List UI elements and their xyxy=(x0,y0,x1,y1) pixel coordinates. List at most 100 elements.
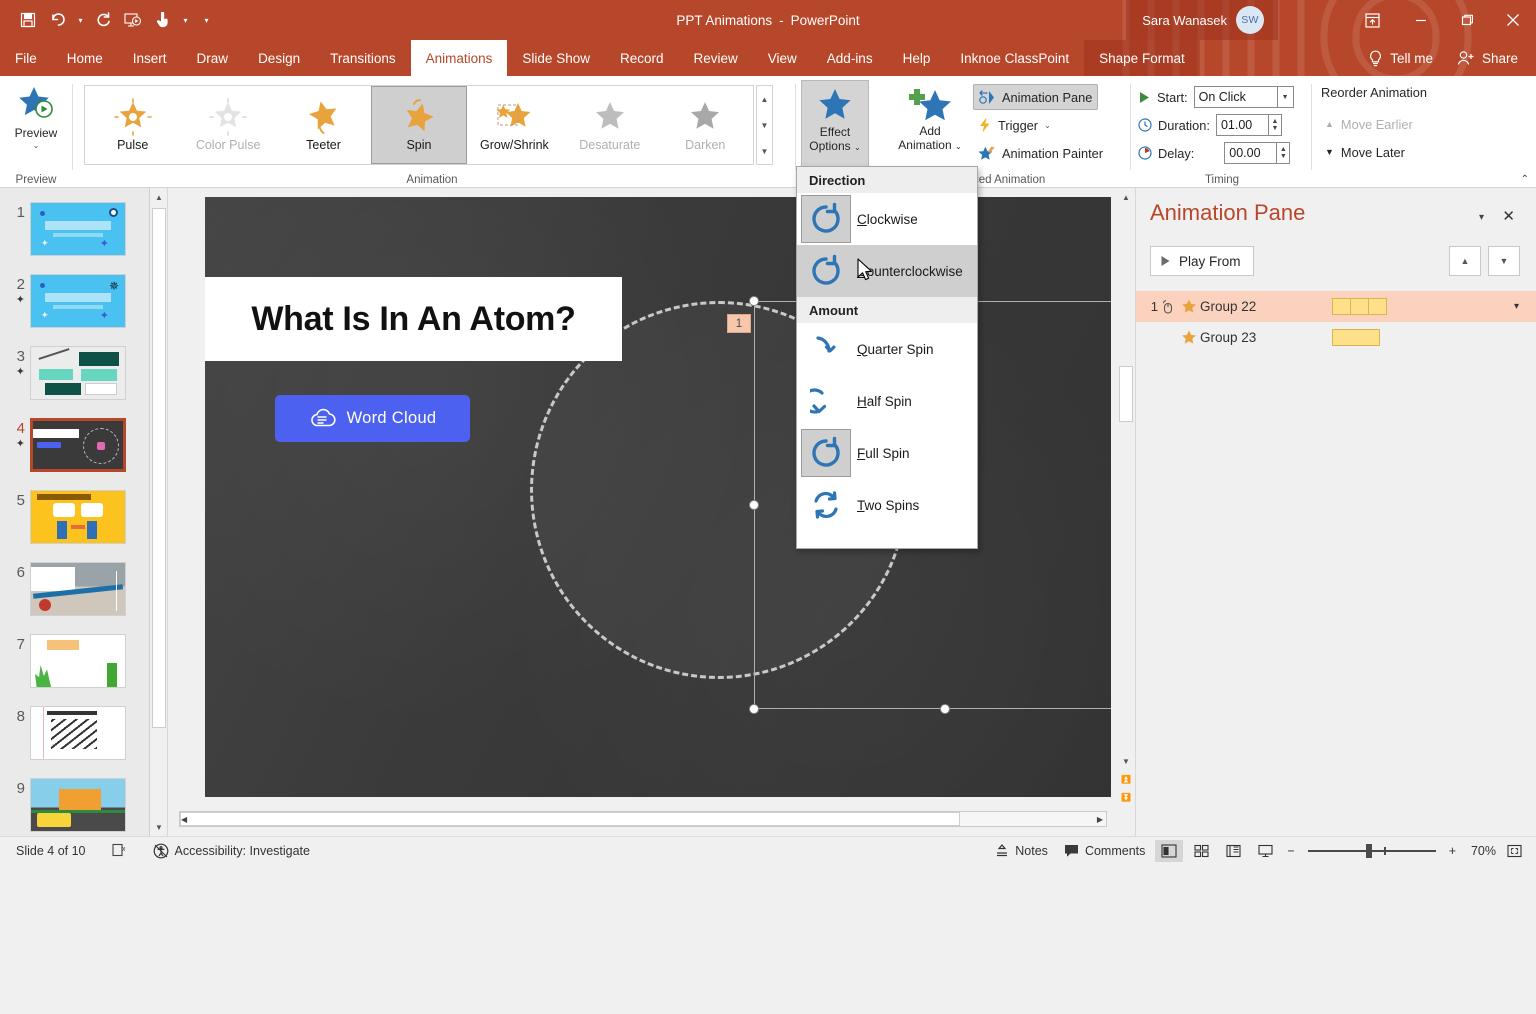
add-animation-button[interactable]: Add Animation ⌄ xyxy=(891,80,969,168)
animation-painter-button[interactable]: Animation Painter xyxy=(973,140,1108,166)
tab-file[interactable]: File xyxy=(0,40,52,76)
tab-record[interactable]: Record xyxy=(605,40,679,76)
save-icon[interactable] xyxy=(14,6,42,34)
tab-draw[interactable]: Draw xyxy=(182,40,244,76)
undo-icon[interactable] xyxy=(44,6,72,34)
animation-grow-shrink[interactable]: Grow/Shrink xyxy=(467,86,562,164)
scroll-down-icon[interactable]: ▼ xyxy=(150,818,168,836)
preview-dropdown-icon[interactable]: ⌄ xyxy=(33,141,40,150)
scroll-down-icon[interactable]: ▼ xyxy=(1117,752,1135,770)
animation-teeter[interactable]: Teeter xyxy=(276,86,371,164)
gallery-more-icon[interactable]: ▼ xyxy=(757,138,772,164)
tab-design[interactable]: Design xyxy=(243,40,315,76)
resize-handle-top-left[interactable] xyxy=(749,296,759,306)
slide-title-textbox[interactable]: What Is In An Atom? xyxy=(205,277,622,361)
view-reading-button[interactable] xyxy=(1219,840,1247,862)
move-up-button[interactable]: ▲ xyxy=(1449,246,1481,276)
comments-button[interactable]: Comments xyxy=(1058,841,1151,861)
delay-stepper[interactable]: ▲▼ xyxy=(1277,142,1290,164)
start-value[interactable]: On Click xyxy=(1194,86,1278,108)
thumbnail-item-6[interactable]: 6 xyxy=(0,562,150,616)
touch-mode-dropdown-icon[interactable]: ▾ xyxy=(179,6,192,34)
resize-handle-bottom-left[interactable] xyxy=(749,704,759,714)
animation-pane-menu-icon[interactable]: ▾ xyxy=(1475,208,1488,227)
start-presentation-icon[interactable] xyxy=(119,6,147,34)
view-slideshow-button[interactable] xyxy=(1251,840,1279,862)
zoom-out-button[interactable]: − xyxy=(1283,844,1298,858)
fit-to-window-button[interactable] xyxy=(1500,840,1528,862)
thumbnail-image[interactable] xyxy=(30,778,126,832)
thumbnail-item-1[interactable]: 1 ✦ ✦ xyxy=(0,202,150,256)
minimize-button[interactable] xyxy=(1398,0,1444,40)
canvas-horizontal-scrollbar[interactable]: ◀ ▶ xyxy=(169,808,1117,830)
undo-dropdown-icon[interactable]: ▾ xyxy=(74,6,87,34)
play-from-button[interactable]: Play From xyxy=(1150,246,1254,276)
scroll-right-icon[interactable]: ▶ xyxy=(1097,815,1103,824)
delay-value[interactable]: 00.00 xyxy=(1224,142,1277,164)
effect-options-menu[interactable]: Direction CClockwiselockwise Countercloc… xyxy=(796,166,978,549)
gallery-scroll-up-icon[interactable]: ▲ xyxy=(757,86,772,112)
resize-handle-middle-left[interactable] xyxy=(749,500,759,510)
share-button[interactable]: Share xyxy=(1445,40,1536,76)
tab-slide-show[interactable]: Slide Show xyxy=(507,40,605,76)
animation-pulse[interactable]: Pulse xyxy=(85,86,180,164)
thumbnail-image[interactable] xyxy=(30,346,126,400)
word-cloud-button[interactable]: Word Cloud xyxy=(275,395,470,442)
tab-insert[interactable]: Insert xyxy=(118,40,182,76)
ribbon-tabs[interactable]: File Home Insert Draw Design Transitions… xyxy=(0,40,1536,76)
zoom-knob[interactable] xyxy=(1366,844,1372,858)
next-slide-icon[interactable]: ⏬ xyxy=(1117,788,1135,806)
animation-color-pulse[interactable]: Color Pulse xyxy=(180,86,275,164)
thumbnail-item-7[interactable]: 7 xyxy=(0,634,150,688)
view-normal-button[interactable] xyxy=(1155,840,1183,862)
scrollbar-thumb[interactable] xyxy=(152,208,166,728)
tab-home[interactable]: Home xyxy=(52,40,118,76)
scroll-left-icon[interactable]: ◀ xyxy=(181,815,187,824)
duration-value[interactable]: 01.00 xyxy=(1216,114,1269,136)
thumbnail-image[interactable]: ✵ ✦ ✦ xyxy=(30,274,126,328)
account-area[interactable]: Sara Wanasek SW xyxy=(1126,0,1278,40)
thumbnail-image[interactable] xyxy=(30,706,126,760)
move-earlier-button[interactable]: ▲ Move Earlier xyxy=(1325,112,1413,136)
menu-item-full-spin[interactable]: Full Spin xyxy=(797,427,977,479)
animation-spin[interactable]: Spin xyxy=(371,86,466,164)
customize-qat-icon[interactable]: ▾ xyxy=(200,6,213,34)
thumbnail-item-9[interactable]: 9 xyxy=(0,778,150,832)
animation-gallery[interactable]: Pulse Color Pulse Teeter xyxy=(84,85,754,165)
accessibility-button[interactable]: Accessibility: Investigate xyxy=(147,840,316,862)
touch-mode-icon[interactable] xyxy=(149,6,177,34)
tell-me-button[interactable]: Tell me xyxy=(1356,40,1445,76)
tabs-right-tools[interactable]: Tell me Share xyxy=(1356,40,1536,76)
tab-animations[interactable]: Animations xyxy=(411,40,508,76)
tab-inknoe-classpoint[interactable]: Inknoe ClassPoint xyxy=(945,40,1084,76)
thumbnail-image[interactable]: ✦ ✦ xyxy=(30,202,126,256)
effect-options-button[interactable]: Effect Options ⌄ xyxy=(801,80,869,168)
close-button[interactable] xyxy=(1490,0,1536,40)
gallery-scroll-down-icon[interactable]: ▼ xyxy=(757,112,772,138)
gallery-scrollbar[interactable]: ▲ ▼ ▼ xyxy=(756,85,773,165)
thumbnail-item-4[interactable]: 4 ✦ xyxy=(0,418,150,472)
thumbnail-image[interactable] xyxy=(30,562,126,616)
slide-indicator[interactable]: Slide 4 of 10 xyxy=(10,841,92,861)
trigger-button[interactable]: Trigger ⌄ xyxy=(973,112,1056,138)
ribbon-display-options-icon[interactable] xyxy=(1346,0,1398,40)
notes-button[interactable]: Notes xyxy=(989,841,1054,861)
thumbnail-item-5[interactable]: 5 xyxy=(0,490,150,544)
zoom-level[interactable]: 70% xyxy=(1464,844,1496,858)
menu-item-counterclockwise[interactable]: Counterclockwise xyxy=(797,245,977,297)
tab-help[interactable]: Help xyxy=(888,40,946,76)
start-dropdown-icon[interactable]: ▼ xyxy=(1278,86,1294,108)
tab-transitions[interactable]: Transitions xyxy=(315,40,411,76)
tab-review[interactable]: Review xyxy=(679,40,753,76)
animation-order-badge[interactable]: 1 xyxy=(727,314,751,333)
duration-stepper[interactable]: ▲▼ xyxy=(1269,114,1282,136)
previous-slide-icon[interactable]: ⏫ xyxy=(1117,770,1135,788)
animation-pane-close-icon[interactable]: ✕ xyxy=(1499,204,1518,228)
scroll-up-icon[interactable]: ▲ xyxy=(150,188,168,206)
chevron-down-icon[interactable]: ⌄ xyxy=(854,143,861,152)
menu-item-quarter-spin[interactable]: Quarter Spin xyxy=(797,323,977,375)
move-down-button[interactable]: ▼ xyxy=(1488,246,1520,276)
animation-darken[interactable]: Darken xyxy=(658,86,753,164)
scrollbar-thumb[interactable] xyxy=(1119,366,1133,422)
slide-thumbnail-panel[interactable]: 1 ✦ ✦ 2 ✦ ✵ ✦ ✦ 3 ✦ xyxy=(0,188,150,836)
